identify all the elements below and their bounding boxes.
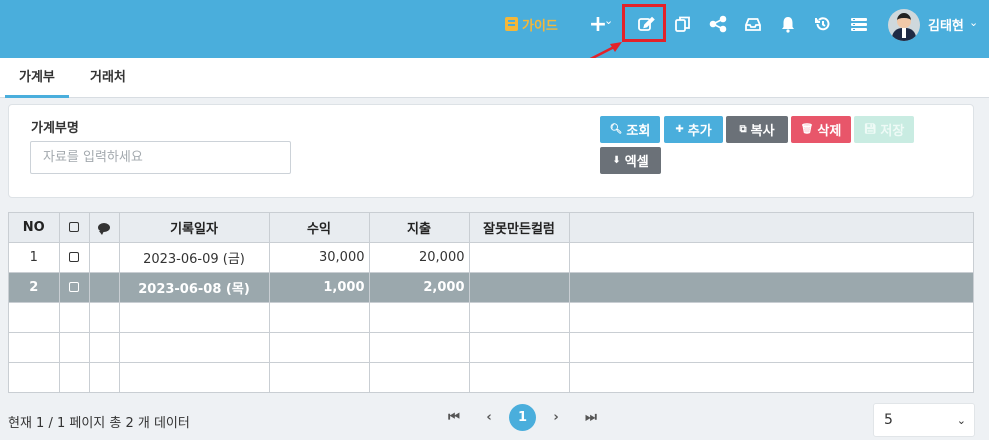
col-header-income[interactable]: 수익 [269, 213, 370, 243]
guide-label: 가이드 [522, 18, 558, 34]
chevron-down-icon: ⌄ [956, 414, 966, 427]
empty-row [9, 362, 973, 392]
avatar[interactable] [888, 9, 920, 41]
download-icon: ⬇ [612, 155, 621, 166]
cell-income[interactable]: 30,000 [269, 242, 370, 273]
cell-date[interactable]: 2023-06-08 (목) [119, 272, 270, 303]
book-icon [505, 17, 518, 31]
cell-income[interactable]: 1,000 [269, 272, 370, 303]
delete-button[interactable]: 🗑︎ 삭제 [791, 116, 851, 143]
cell-empty [569, 242, 973, 273]
ledger-name-label: 가계부명 [31, 121, 79, 136]
empty-row [9, 332, 973, 363]
guide-link[interactable]: 가이드 [505, 14, 558, 34]
save-icon: 💾︎ [863, 124, 877, 135]
cell-comment[interactable] [89, 242, 120, 273]
copy-button[interactable]: ⧉ 복사 [726, 116, 788, 143]
prev-page-icon[interactable]: ‹ [479, 404, 499, 431]
excel-button[interactable]: ⬇ 엑셀 [600, 147, 661, 174]
cell-check[interactable] [59, 242, 90, 273]
last-page-icon[interactable]: ⏭ [581, 404, 601, 431]
col-header-bad-column[interactable]: 잘못만든컬럼 [469, 213, 570, 243]
tab-ledger[interactable]: 가계부 [5, 58, 69, 98]
save-button[interactable]: 💾︎ 저장 [854, 116, 914, 143]
page-button-current[interactable]: 1 [509, 404, 536, 431]
share-icon[interactable] [706, 12, 730, 36]
col-header-comment[interactable] [89, 213, 120, 243]
plus-icon: ✚ [675, 124, 684, 135]
bell-icon[interactable] [776, 12, 800, 36]
table-row-selected[interactable]: 2 2023-06-08 (목) 1,000 2,000 [9, 272, 973, 303]
history-icon[interactable] [811, 12, 835, 36]
list-icon[interactable] [847, 12, 871, 36]
col-header-check[interactable] [59, 213, 90, 243]
col-header-empty [569, 213, 973, 243]
cell-bad-column[interactable] [469, 242, 570, 273]
checkbox-icon[interactable] [69, 282, 79, 292]
cell-no[interactable]: 2 [9, 272, 60, 303]
cell-date[interactable]: 2023-06-09 (금) [119, 242, 270, 273]
tab-clients[interactable]: 거래처 [76, 58, 140, 98]
cell-check[interactable] [59, 272, 90, 303]
checkbox-icon[interactable] [69, 252, 79, 262]
grid-header-row: NO 기록일자 수익 지출 잘못만든컬럼 [9, 213, 973, 243]
add-button[interactable]: ✚ 추가 [664, 116, 723, 143]
chevron-down-icon[interactable]: ⌄ [969, 16, 978, 29]
copy-icon: ⧉ [739, 124, 747, 135]
cell-comment[interactable] [89, 272, 120, 303]
cell-expense[interactable]: 2,000 [369, 272, 470, 303]
cell-expense[interactable]: 20,000 [369, 242, 470, 273]
ledger-grid: NO 기록일자 수익 지출 잘못만든컬럼 1 2023-06-09 (금) 30… [8, 212, 974, 393]
search-button[interactable]: 🔍︎ 조회 [600, 116, 660, 143]
cell-no[interactable]: 1 [9, 242, 60, 273]
copy-icon[interactable] [671, 12, 695, 36]
comment-icon [98, 222, 110, 235]
col-header-date[interactable]: 기록일자 [119, 213, 270, 243]
ledger-name-input[interactable] [30, 141, 291, 174]
page-info: 현재 1 / 1 페이지 총 2 개 데이터 [8, 416, 190, 431]
trash-icon: 🗑︎ [800, 124, 814, 135]
page-size-select[interactable]: 5 ⌄ [873, 403, 975, 437]
search-icon: 🔍︎ [609, 124, 623, 135]
page-size-value: 5 [884, 412, 893, 428]
checkbox-icon[interactable] [69, 222, 79, 233]
col-header-expense[interactable]: 지출 [369, 213, 470, 243]
cell-empty [569, 272, 973, 303]
table-row[interactable]: 1 2023-06-09 (금) 30,000 20,000 [9, 242, 973, 273]
empty-row [9, 302, 973, 333]
inbox-icon[interactable] [741, 12, 765, 36]
next-page-icon[interactable]: › [546, 404, 566, 431]
col-header-no[interactable]: NO [9, 213, 60, 243]
top-bar: 가이드 + ⌄ 김태현 ⌄ [0, 0, 989, 58]
cell-bad-column[interactable] [469, 272, 570, 303]
first-page-icon[interactable]: ⏮ [444, 404, 464, 431]
search-panel: 가계부명 🔍︎조회 ✚추가 ⧉복사 🗑︎삭제 💾︎저장 ⬇엑셀 [8, 104, 974, 198]
chevron-down-icon[interactable]: ⌄ [604, 14, 613, 27]
tab-bar: 가계부 거래처 [0, 58, 989, 98]
highlight-box [622, 4, 666, 42]
user-name[interactable]: 김태현 [928, 15, 964, 34]
